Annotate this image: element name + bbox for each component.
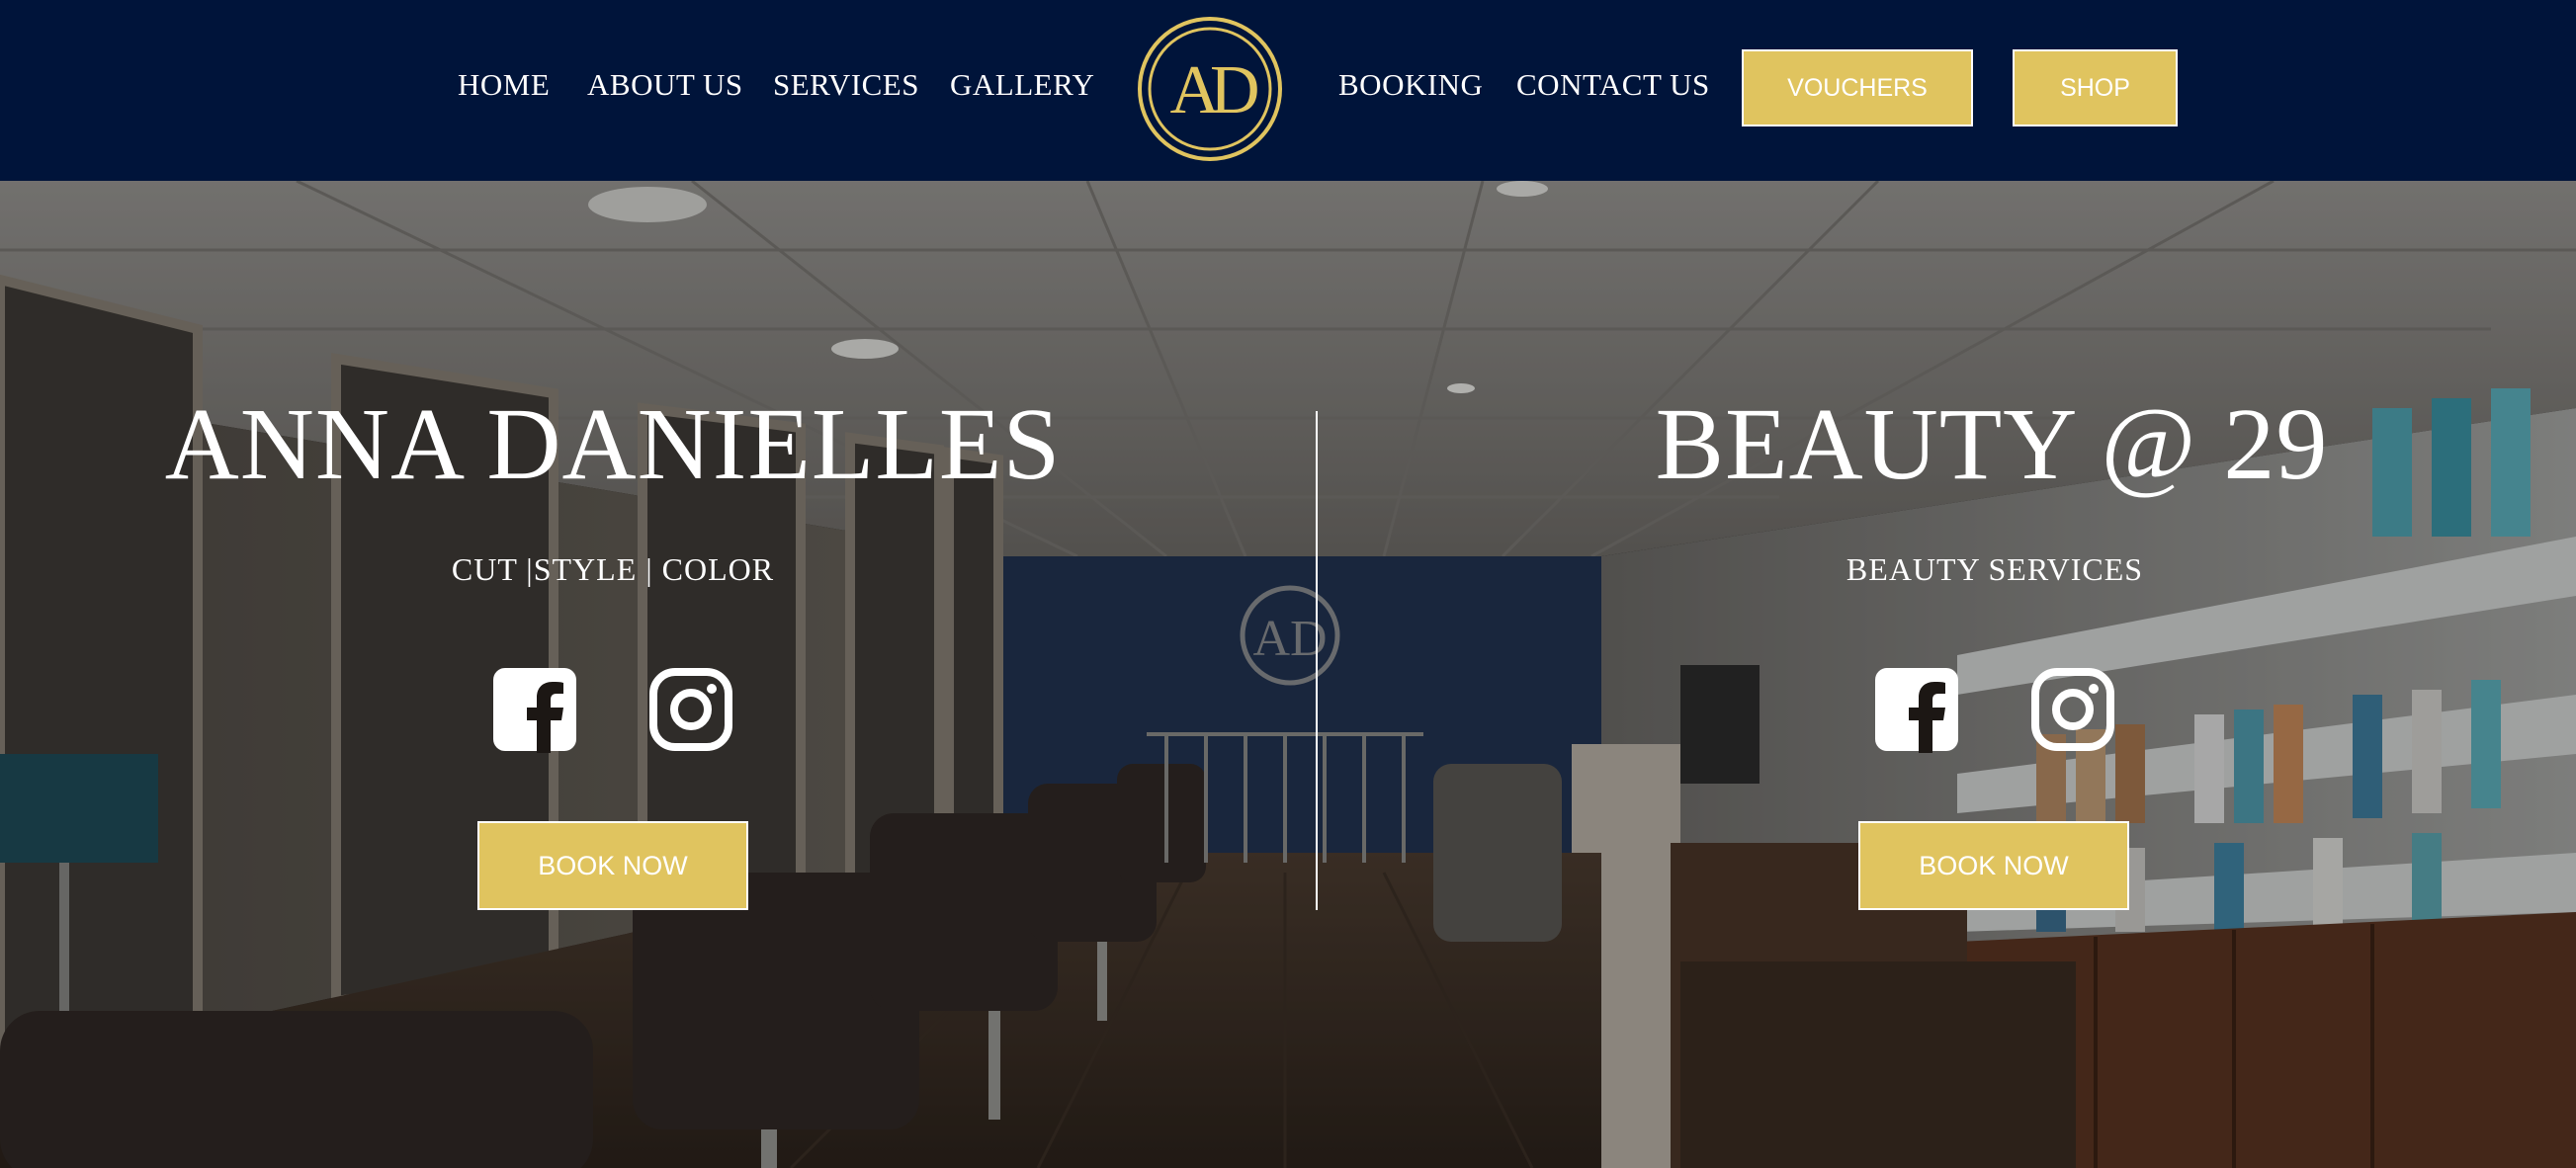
logo-text: AD	[1169, 52, 1257, 128]
anna-danielles-book-now-button[interactable]: BOOK NOW	[477, 821, 748, 910]
instagram-icon[interactable]	[2029, 666, 2116, 753]
nav-link-gallery[interactable]: GALLERY	[950, 67, 1094, 103]
shop-button[interactable]: SHOP	[2013, 49, 2178, 126]
anna-danielles-subtitle: CUT |STYLE | COLOR	[451, 551, 775, 587]
nav-link-contact-us[interactable]: CONTACT US	[1516, 67, 1710, 103]
nav-link-about-us[interactable]: ABOUT US	[587, 67, 743, 103]
beauty-at-29-subtitle: BEAUTY SERVICES	[1846, 551, 2144, 587]
nav-link-booking[interactable]: BOOKING	[1338, 67, 1483, 103]
beauty-at-29-title: BEAUTY @ 29	[1655, 387, 2329, 501]
facebook-icon[interactable]	[491, 666, 578, 753]
nav-link-home[interactable]: HOME	[458, 67, 550, 103]
hero-section: AD	[0, 181, 2576, 1168]
beauty-at-29-book-now-button[interactable]: BOOK NOW	[1858, 821, 2129, 910]
vouchers-button[interactable]: VOUCHERS	[1742, 49, 1973, 126]
instagram-icon[interactable]	[647, 666, 734, 753]
hero-divider	[1316, 411, 1318, 910]
nav-link-services[interactable]: SERVICES	[773, 67, 919, 103]
top-navbar: HOME ABOUT US SERVICES GALLERY AD BOOKIN…	[0, 0, 2576, 181]
facebook-icon[interactable]	[1873, 666, 1960, 753]
hero-overlay	[0, 181, 2576, 1168]
anna-danielles-title: ANNA DANIELLES	[164, 387, 1062, 501]
logo[interactable]: AD	[1137, 16, 1283, 162]
